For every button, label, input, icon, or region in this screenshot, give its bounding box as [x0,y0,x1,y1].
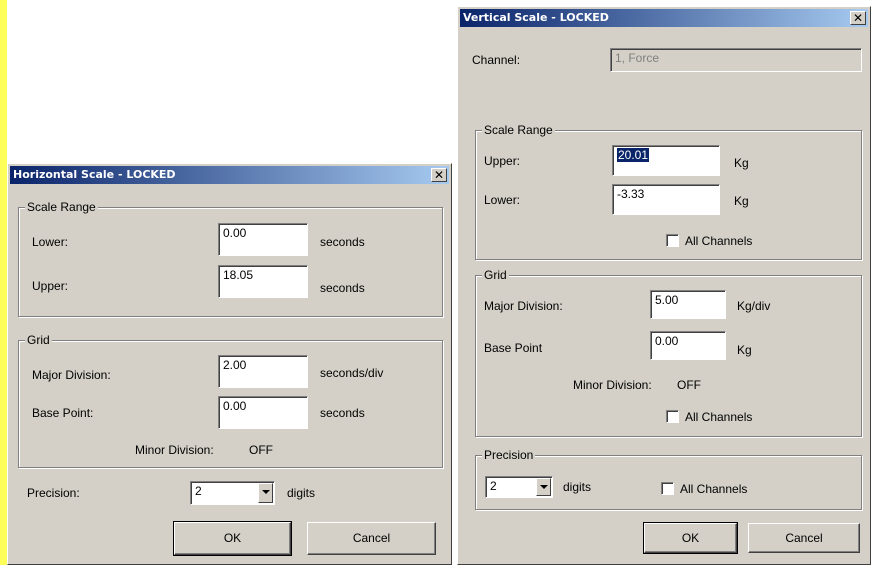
horizontal-scale-dialog: Horizontal Scale - LOCKED ✕ Scale Range … [7,163,452,565]
minor-division-label: Minor Division: [573,378,652,392]
precision-value: 2 [195,484,202,498]
base-point-input[interactable]: 0.00 [218,396,308,429]
channel-value: 1, Force [615,51,660,65]
upper-value: 18.05 [223,268,254,282]
group-title: Grid [25,333,52,347]
ok-label: OK [681,531,700,545]
precision-value: 2 [490,479,497,493]
upper-value: 20.01 [617,148,650,162]
ok-button[interactable]: OK [643,522,738,554]
base-point-unit: Kg [737,343,752,357]
all-channels-checkbox[interactable] [661,482,674,495]
upper-input[interactable]: 18.05 [218,265,308,298]
precision-unit: digits [287,486,316,500]
lower-label: Lower: [32,235,69,249]
grid-group: Grid Major Division: 5.00 Kg/div Base Po… [475,268,862,437]
minor-division-value: OFF [249,443,273,457]
minor-division-label: Minor Division: [135,443,214,457]
all-channels-label: All Channels [685,410,753,424]
chevron-down-icon[interactable] [536,478,551,496]
close-button[interactable]: ✕ [850,11,866,25]
precision-unit: digits [563,480,592,494]
cancel-button[interactable]: Cancel [307,522,436,555]
base-point-input[interactable]: 0.00 [650,331,726,360]
lower-input[interactable]: 0.00 [218,223,308,256]
ok-button[interactable]: OK [173,521,292,556]
dialog-titlebar: Horizontal Scale - LOCKED ✕ [10,166,449,184]
ok-label: OK [223,531,242,545]
scale-range-group: Scale Range Upper: 20.01 Kg Lower: -3.33… [475,123,862,260]
group-title: Precision [482,448,536,462]
all-channels-checkbox[interactable] [666,410,679,423]
lower-unit: seconds [320,235,365,249]
upper-label: Upper: [484,154,521,168]
channel-input[interactable]: 1, Force [610,48,862,72]
grid-group: Grid Major Division: 2.00 seconds/div Ba… [18,333,443,468]
major-division-unit: Kg/div [737,299,771,313]
close-icon: ✕ [433,168,445,182]
group-title: Grid [482,268,509,282]
lower-input[interactable]: -3.33 [612,184,720,215]
close-button[interactable]: ✕ [431,168,447,182]
major-division-input[interactable]: 2.00 [218,355,308,388]
base-point-label: Base Point [484,341,543,355]
all-channels-label: All Channels [685,234,753,248]
channel-label: Channel: [472,53,521,67]
cancel-label: Cancel [785,531,823,545]
upper-unit: seconds [320,281,365,295]
major-division-value: 2.00 [223,358,247,372]
base-point-value: 0.00 [223,399,247,413]
major-division-input[interactable]: 5.00 [650,290,726,319]
dialog-title: Vertical Scale - LOCKED [463,11,609,24]
upper-unit: Kg [734,156,749,170]
minor-division-value: OFF [677,378,701,392]
all-channels-label: All Channels [680,482,748,496]
precision-label: Precision: [27,486,80,500]
all-channels-checkbox[interactable] [666,234,679,247]
base-point-value: 0.00 [655,334,679,348]
major-division-label: Major Division: [484,299,563,313]
major-division-value: 5.00 [655,293,679,307]
dialog-title: Horizontal Scale - LOCKED [13,168,176,181]
major-division-label: Major Division: [32,368,111,382]
precision-group: Precision 2 digits All Channels [475,448,862,510]
chevron-down-icon[interactable] [258,483,273,503]
base-point-label: Base Point: [32,406,94,420]
group-title: Scale Range [25,200,98,214]
lower-value: -3.33 [617,187,645,201]
cancel-label: Cancel [352,531,391,545]
base-point-unit: seconds [320,406,365,420]
lower-value: 0.00 [223,226,247,240]
scale-range-group: Scale Range Lower: 0.00 seconds Upper: 1… [18,200,443,317]
vertical-scale-dialog: Vertical Scale - LOCKED ✕ Channel: 1, Fo… [457,6,871,565]
upper-input[interactable]: 20.01 [612,145,720,176]
cancel-button[interactable]: Cancel [748,523,860,553]
close-icon: ✕ [852,11,864,25]
group-title: Scale Range [482,123,555,137]
dialog-titlebar: Vertical Scale - LOCKED ✕ [460,9,868,27]
precision-select[interactable]: 2 [485,476,553,498]
lower-unit: Kg [734,194,749,208]
background-strip [0,0,7,565]
upper-label: Upper: [32,279,69,293]
major-division-unit: seconds/div [320,366,384,380]
precision-select[interactable]: 2 [190,481,275,505]
lower-label: Lower: [484,193,521,207]
